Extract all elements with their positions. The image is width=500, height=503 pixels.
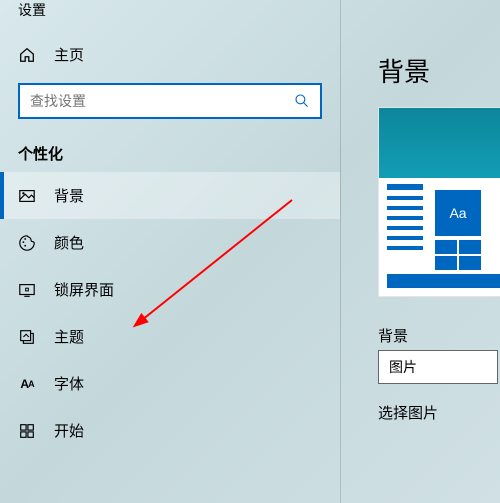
content-title: 背景	[360, 0, 500, 107]
desktop-preview: Aa	[378, 107, 500, 297]
home-icon	[18, 46, 36, 64]
sidebar-item-start[interactable]: 开始	[0, 407, 340, 454]
sidebar-item-label: 颜色	[54, 232, 84, 253]
search-icon	[294, 93, 310, 109]
preview-tile-aa: Aa	[435, 190, 481, 236]
lockscreen-icon	[18, 281, 36, 299]
sidebar-item-label: 开始	[54, 420, 84, 441]
themes-icon	[18, 328, 36, 346]
palette-icon	[18, 234, 36, 252]
background-type-dropdown[interactable]: 图片	[378, 350, 498, 384]
sidebar-item-label: 主题	[54, 326, 84, 347]
background-label: 背景	[378, 325, 500, 346]
dropdown-value: 图片	[389, 357, 417, 377]
window-title-truncated: 设置	[0, 0, 340, 34]
sidebar-item-colors[interactable]: 颜色	[0, 219, 340, 266]
vertical-divider	[340, 0, 341, 503]
select-picture-label: 选择图片	[378, 402, 500, 423]
section-header-personalization: 个性化	[0, 137, 340, 172]
sidebar-item-lockscreen[interactable]: 锁屏界面	[0, 266, 340, 313]
settings-sidebar: 设置 主页 个性化 背景 颜色 锁屏界面 主题	[0, 0, 340, 503]
sidebar-item-background[interactable]: 背景	[0, 172, 340, 219]
content-pane: 背景 Aa 背景 图片 选择图片	[360, 0, 500, 423]
sidebar-item-label: 背景	[54, 185, 84, 206]
home-label: 主页	[54, 44, 84, 65]
home-button[interactable]: 主页	[0, 34, 340, 75]
sidebar-item-fonts[interactable]: AA 字体	[0, 360, 340, 407]
search-input-container[interactable]	[18, 83, 322, 119]
sidebar-item-label: 锁屏界面	[54, 279, 114, 300]
font-icon: AA	[18, 375, 36, 393]
search-input[interactable]	[30, 93, 294, 109]
sidebar-item-label: 字体	[54, 373, 84, 394]
sidebar-item-themes[interactable]: 主题	[0, 313, 340, 360]
start-icon	[18, 422, 36, 440]
picture-icon	[18, 187, 36, 205]
